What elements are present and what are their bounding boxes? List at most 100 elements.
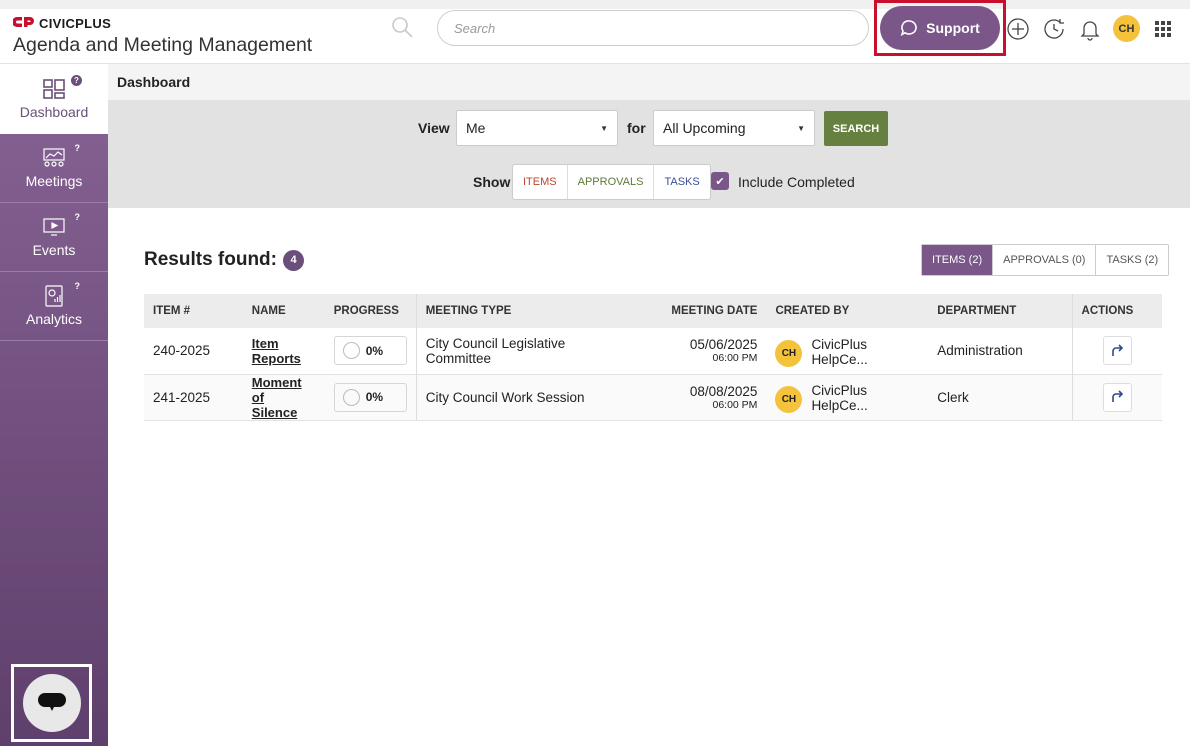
col-meeting-type[interactable]: MEETING TYPE xyxy=(415,294,631,328)
sidebar-item-events[interactable]: ? Events xyxy=(0,203,108,272)
results-count-badge: 4 xyxy=(283,249,304,271)
item-number: 240-2025 xyxy=(144,328,243,375)
filter-panel: View Me ▼ for All Upcoming ▼ SEARCH Show… xyxy=(108,101,1190,208)
for-select[interactable]: All Upcoming ▼ xyxy=(653,110,815,146)
search-icon[interactable] xyxy=(390,15,414,39)
support-button[interactable]: Support xyxy=(880,6,1000,50)
table-header-row: ITEM # NAME PROGRESS MEETING TYPE MEETIN… xyxy=(144,294,1162,328)
chat-launcher-button[interactable] xyxy=(23,674,81,732)
col-created-by[interactable]: CREATED BY xyxy=(766,294,928,328)
civicplus-logo[interactable]: CIVICPLUS xyxy=(12,15,312,31)
table-row: 241-2025 Moment of Silence 0% City Counci… xyxy=(144,374,1162,421)
sidebar-item-label: Dashboard xyxy=(19,104,89,120)
show-toggle-group: ITEMS APPROVALS TASKS xyxy=(512,164,711,200)
history-icon[interactable] xyxy=(1042,17,1066,41)
forward-arrow-icon xyxy=(1112,344,1124,356)
include-completed-checkbox[interactable]: ✔ xyxy=(711,172,729,190)
show-tasks-toggle[interactable]: TASKS xyxy=(654,165,709,199)
app-grid-icon[interactable] xyxy=(1151,17,1175,41)
meeting-time: 06:00 PM xyxy=(712,398,758,411)
item-name-cell: Moment of Silence xyxy=(242,374,325,421)
sidebar-item-meetings[interactable]: ? Meetings xyxy=(0,134,108,203)
show-label: Show xyxy=(473,174,511,190)
plus-circle-icon[interactable] xyxy=(1006,17,1030,41)
view-value: Me xyxy=(466,120,486,136)
sidebar: ? Dashboard ? Meetings ? Events ? Analyt… xyxy=(0,64,108,746)
progress-indicator: 0% xyxy=(333,336,407,366)
col-meeting-date[interactable]: MEETING DATE xyxy=(631,294,767,328)
for-label: for xyxy=(627,120,646,136)
results-heading: Results found: 4 xyxy=(144,249,304,271)
item-name-line2: Silence xyxy=(251,404,298,420)
bell-icon[interactable] xyxy=(1078,17,1102,41)
progress-value: 0% xyxy=(365,390,384,404)
created-by-cell: CH CivicPlus HelpCe... xyxy=(766,374,929,421)
events-icon: ? xyxy=(42,212,80,238)
meeting-time: 06:00 PM xyxy=(712,352,758,365)
top-header: CIVICPLUS Agenda and Meeting Management … xyxy=(0,0,1190,64)
user-avatar[interactable]: CH xyxy=(1113,15,1140,42)
help-badge[interactable]: ? xyxy=(75,143,81,153)
open-item-button[interactable] xyxy=(1102,336,1132,366)
for-value: All Upcoming xyxy=(663,120,746,136)
caret-down-icon: ▼ xyxy=(600,123,608,133)
help-badge[interactable]: ? xyxy=(71,75,82,86)
chat-bubble-icon xyxy=(900,20,918,37)
brand: CIVICPLUS Agenda and Meeting Management xyxy=(12,15,313,57)
progress-cell: 0% xyxy=(324,374,417,421)
meeting-type: City Council Legislative Committee xyxy=(415,328,631,375)
search-input[interactable] xyxy=(437,10,869,46)
app-title: Agenda and Meeting Management xyxy=(13,34,313,56)
tab-approvals[interactable]: APPROVALS (0) xyxy=(993,245,1097,275)
analytics-icon: ? xyxy=(42,281,80,307)
col-item[interactable]: ITEM # xyxy=(144,294,243,328)
civicplus-mark-icon xyxy=(12,15,35,31)
avatar: CH xyxy=(775,339,803,367)
col-name[interactable]: NAME xyxy=(243,294,325,328)
tab-items[interactable]: ITEMS (2) xyxy=(922,245,994,275)
include-completed-label[interactable]: Include Completed xyxy=(738,174,855,190)
sidebar-item-label: Analytics xyxy=(25,311,83,327)
actions-cell xyxy=(1071,328,1162,375)
forward-arrow-icon xyxy=(1112,390,1124,402)
progress-indicator: 0% xyxy=(333,382,407,412)
open-item-button[interactable] xyxy=(1102,382,1132,412)
results-tabs: ITEMS (2) APPROVALS (0) TASKS (2) xyxy=(921,244,1170,276)
breadcrumb: Dashboard xyxy=(108,64,1190,101)
item-name-line1: Item xyxy=(251,335,279,351)
department: Administration xyxy=(928,328,1073,375)
sidebar-item-analytics[interactable]: ? Analytics xyxy=(0,272,108,341)
support-label: Support xyxy=(926,20,980,36)
main-content: Dashboard View Me ▼ for All Upcoming ▼ S… xyxy=(108,64,1190,746)
help-badge[interactable]: ? xyxy=(75,212,81,222)
created-by-cell: CH CivicPlus HelpCe... xyxy=(766,328,929,375)
meetings-icon: ? xyxy=(42,143,80,169)
item-name-link[interactable]: Moment of Silence xyxy=(252,375,316,420)
caret-down-icon: ▼ xyxy=(797,123,805,133)
item-number: 241-2025 xyxy=(144,374,243,421)
item-name-cell: Item Reports xyxy=(242,328,325,375)
meeting-date: 08/08/2025 xyxy=(689,383,758,399)
progress-cell: 0% xyxy=(324,328,417,375)
view-select[interactable]: Me ▼ xyxy=(456,110,618,146)
col-department[interactable]: DEPARTMENT xyxy=(928,294,1072,328)
table-row: 240-2025 Item Reports 0% City Council Leg… xyxy=(144,328,1162,375)
progress-ring-icon xyxy=(342,342,360,360)
help-badge[interactable]: ? xyxy=(75,281,81,291)
show-items-toggle[interactable]: ITEMS xyxy=(513,165,568,199)
progress-ring-icon xyxy=(342,388,360,406)
item-name-link[interactable]: Item Reports xyxy=(252,336,316,366)
col-actions: ACTIONS xyxy=(1071,294,1162,328)
avatar: CH xyxy=(775,386,803,413)
show-approvals-toggle[interactable]: APPROVALS xyxy=(568,165,655,199)
sidebar-item-label: Events xyxy=(32,242,76,258)
dashboard-icon: ? xyxy=(42,75,82,100)
col-progress[interactable]: PROGRESS xyxy=(325,294,417,328)
chat-icon xyxy=(38,693,66,711)
results-table: ITEM # NAME PROGRESS MEETING TYPE MEETIN… xyxy=(144,294,1162,421)
progress-value: 0% xyxy=(365,343,384,358)
sidebar-item-dashboard[interactable]: ? Dashboard xyxy=(0,64,108,134)
search-button[interactable]: SEARCH xyxy=(824,111,888,146)
tab-tasks[interactable]: TASKS (2) xyxy=(1096,245,1169,275)
creator-name: CivicPlus HelpCe... xyxy=(811,336,868,367)
